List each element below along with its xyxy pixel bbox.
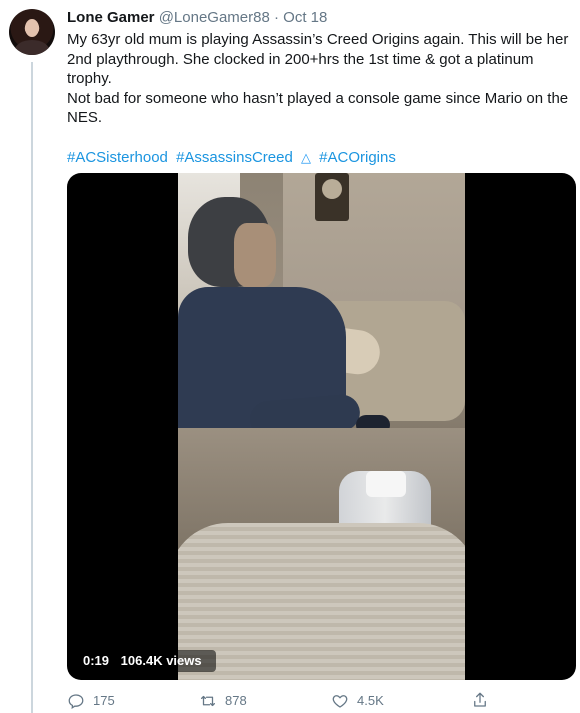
- reply-icon: [68, 694, 84, 709]
- reply-button[interactable]: 175: [67, 691, 115, 711]
- video-foreground-blanket: [178, 523, 465, 680]
- tweet-text: My 63yr old mum is playing Assassin’s Cr…: [67, 30, 573, 128]
- video-frame[interactable]: [178, 173, 465, 680]
- video-duration: 0:19: [83, 653, 110, 668]
- hashtag-assassinscreed[interactable]: #AssassinsCreed: [176, 149, 293, 166]
- header-separator: ·: [274, 9, 279, 26]
- retweet-icon: [200, 695, 216, 707]
- hashtag-acsisterhood[interactable]: #ACSisterhood: [67, 149, 168, 166]
- hashtag-row: #ACSisterhood #AssassinsCreed △ #ACOrigi…: [67, 148, 573, 168]
- tweet-date[interactable]: Oct 18: [283, 9, 327, 26]
- display-name[interactable]: Lone Gamer: [67, 9, 155, 26]
- tweet-content: Lone Gamer @LoneGamer88 · Oct 18 My 63yr…: [67, 8, 573, 168]
- video-views: 106.4K views: [120, 653, 202, 668]
- avatar-shoulders: [15, 40, 49, 55]
- tweet-paragraph-2: Not bad for someone who hasn’t played a …: [67, 89, 569, 127]
- share-icon: [474, 692, 486, 707]
- heart-icon: [332, 695, 348, 708]
- assassins-creed-emoji-icon: △: [300, 149, 311, 165]
- share-button[interactable]: [471, 691, 497, 709]
- tweet-paragraph-1: My 63yr old mum is playing Assassin’s Cr…: [67, 31, 569, 87]
- hashtag-acorigins[interactable]: #ACOrigins: [319, 149, 396, 166]
- avatar-face: [25, 19, 39, 37]
- retweet-button[interactable]: 878: [199, 691, 247, 711]
- retweet-count: 878: [225, 693, 247, 708]
- video-bottle-cap: [366, 471, 406, 497]
- tweet-header: Lone Gamer @LoneGamer88 · Oct 18: [67, 8, 573, 28]
- tweet-actions: 175 878 4.5K: [67, 691, 517, 711]
- video-person-face: [234, 223, 276, 287]
- like-count: 4.5K: [357, 693, 384, 708]
- like-button[interactable]: 4.5K: [331, 691, 384, 711]
- avatar[interactable]: [9, 9, 55, 55]
- user-handle[interactable]: @LoneGamer88: [159, 9, 270, 26]
- video-wall-clock: [315, 173, 349, 221]
- tweet[interactable]: Lone Gamer @LoneGamer88 · Oct 18 My 63yr…: [0, 0, 580, 713]
- video-player[interactable]: 0:19 106.4K views: [67, 173, 576, 680]
- reply-count: 175: [93, 693, 115, 708]
- video-info-overlay: 0:19 106.4K views: [77, 650, 216, 672]
- thread-line: [31, 62, 33, 713]
